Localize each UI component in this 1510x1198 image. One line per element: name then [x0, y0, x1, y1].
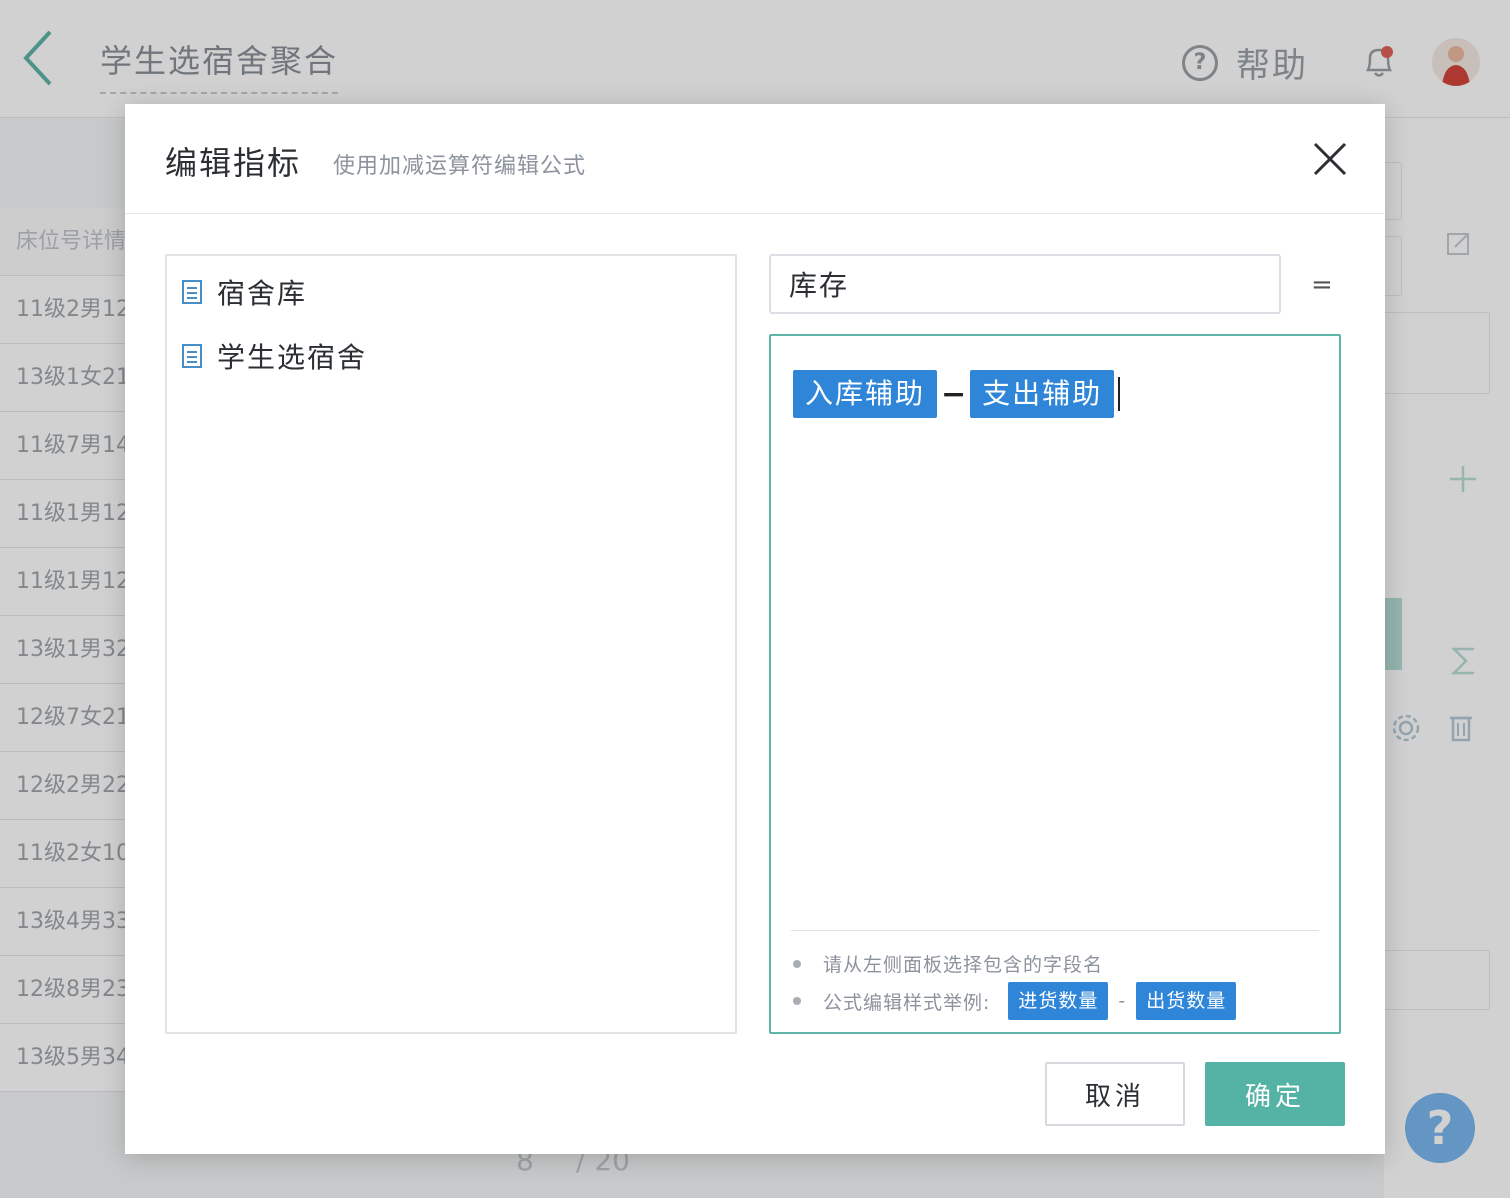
tree-item-dorm-library[interactable]: 宿舍库 — [181, 272, 307, 312]
document-icon — [182, 280, 202, 304]
equals-sign: = — [1311, 270, 1333, 300]
example-chip: 出货数量 — [1136, 982, 1237, 1020]
dialog-title: 编辑指标 — [165, 144, 302, 182]
bullet-icon — [793, 997, 801, 1005]
text-caret — [1118, 377, 1121, 411]
close-icon[interactable] — [1311, 140, 1349, 178]
metric-name-input[interactable] — [769, 254, 1281, 314]
formula-field-chip[interactable]: 支出辅助 — [970, 370, 1115, 418]
example-operator: - — [1118, 990, 1127, 1012]
dialog-header: 编辑指标 使用加减运算符编辑公式 — [125, 104, 1385, 214]
hint-text: 请从左侧面板选择包含的字段名 — [823, 954, 1104, 976]
tree-item-label: 学生选宿舍 — [217, 341, 368, 374]
formula-expression[interactable]: 入库辅助 − 支出辅助 — [793, 370, 1121, 418]
tree-item-student-dorm[interactable]: 学生选宿舍 — [181, 336, 367, 376]
formula-divider — [791, 930, 1319, 931]
tree-item-label: 宿舍库 — [217, 277, 308, 310]
hint-line: 请从左侧面板选择包含的字段名 — [793, 950, 1103, 977]
formula-operator: − — [941, 376, 967, 412]
confirm-button[interactable]: 确定 — [1205, 1062, 1345, 1126]
hint-line: 公式编辑样式举例: 进货数量 - 出货数量 — [793, 982, 1237, 1020]
edit-metric-dialog: 编辑指标 使用加减运算符编辑公式 宿舍库 学生选宿舍 库存 = 入库辅助 − 支… — [125, 104, 1385, 1154]
formula-field-chip[interactable]: 入库辅助 — [793, 370, 938, 418]
hint-text: 公式编辑样式举例: — [823, 991, 991, 1014]
formula-editor[interactable]: 入库辅助 − 支出辅助 请从左侧面板选择包含的字段名 公式编辑样式举例: 进货数… — [769, 334, 1341, 1034]
example-chip: 进货数量 — [1008, 982, 1109, 1020]
cancel-button[interactable]: 取消 — [1045, 1062, 1185, 1126]
dialog-subtitle: 使用加减运算符编辑公式 — [333, 154, 587, 179]
bullet-icon — [793, 959, 801, 968]
field-tree-panel: 宿舍库 学生选宿舍 — [165, 254, 737, 1034]
document-icon — [182, 344, 202, 368]
